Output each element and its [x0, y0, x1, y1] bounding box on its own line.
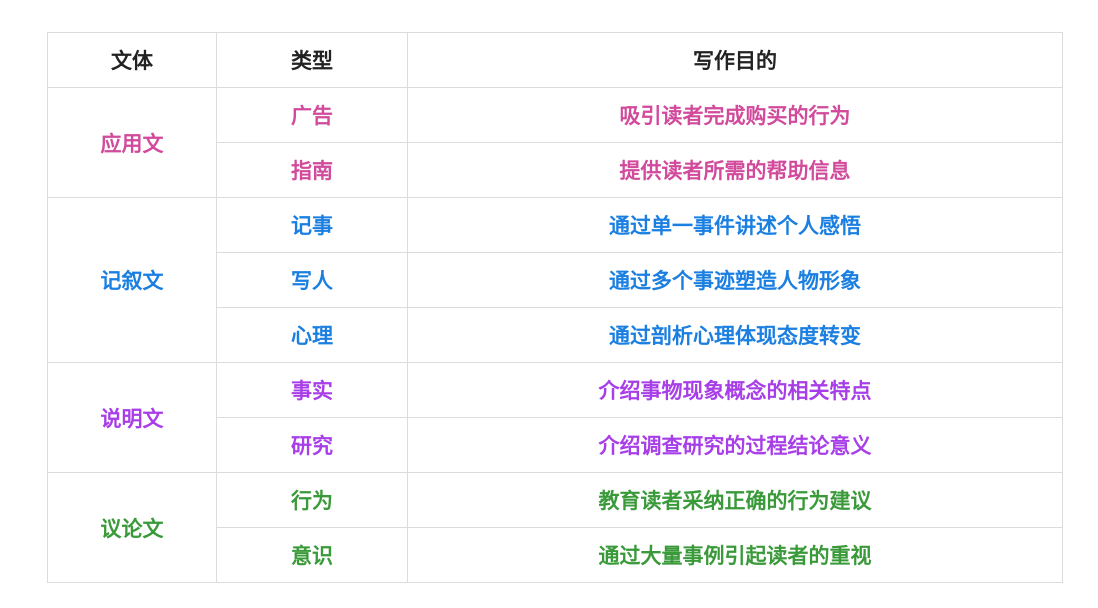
- header-type: 类型: [216, 32, 408, 88]
- purpose-cell: 吸引读者完成购买的行为: [407, 87, 1063, 143]
- purpose-cell: 通过大量事例引起读者的重视: [407, 527, 1063, 583]
- header-purpose: 写作目的: [407, 32, 1063, 88]
- genre-cell-practical: 应用文: [47, 87, 217, 198]
- type-cell: 行为: [216, 472, 408, 528]
- purpose-cell: 通过单一事件讲述个人感悟: [407, 197, 1063, 253]
- table-row: 应用文 广告 吸引读者完成购买的行为: [47, 87, 1063, 198]
- table-body: 应用文 广告 吸引读者完成购买的行为 指南 提供读者所需的帮助信息 记叙文 记事…: [47, 87, 1063, 583]
- type-cell: 记事: [216, 197, 408, 253]
- purpose-cell: 提供读者所需的帮助信息: [407, 142, 1063, 198]
- type-cell: 指南: [216, 142, 408, 198]
- header-genre: 文体: [47, 32, 217, 88]
- type-cell: 研究: [216, 417, 408, 473]
- genre-cell-narrative: 记叙文: [47, 197, 217, 363]
- genre-cell-expository: 说明文: [47, 362, 217, 473]
- type-cell: 心理: [216, 307, 408, 363]
- table-row: 议论文 行为 教育读者采纳正确的行为建议: [47, 472, 1063, 583]
- type-cell: 事实: [216, 362, 408, 418]
- genre-cell-argumentative: 议论文: [47, 472, 217, 583]
- type-cell: 写人: [216, 252, 408, 308]
- purpose-cell: 教育读者采纳正确的行为建议: [407, 472, 1063, 528]
- purpose-cell: 通过剖析心理体现态度转变: [407, 307, 1063, 363]
- purpose-cell: 介绍事物现象概念的相关特点: [407, 362, 1063, 418]
- table-row: 说明文 事实 介绍事物现象概念的相关特点: [47, 362, 1063, 473]
- table-row: 记叙文 记事 通过单一事件讲述个人感悟: [47, 197, 1063, 363]
- genre-purpose-table: 文体 类型 写作目的 应用文 广告 吸引读者完成购买的行为 指南 提供读者所需的…: [47, 32, 1063, 583]
- type-cell: 意识: [216, 527, 408, 583]
- table-header: 文体 类型 写作目的: [47, 32, 1063, 88]
- header-row: 文体 类型 写作目的: [47, 32, 1063, 88]
- purpose-cell: 介绍调查研究的过程结论意义: [407, 417, 1063, 473]
- type-cell: 广告: [216, 87, 408, 143]
- purpose-cell: 通过多个事迹塑造人物形象: [407, 252, 1063, 308]
